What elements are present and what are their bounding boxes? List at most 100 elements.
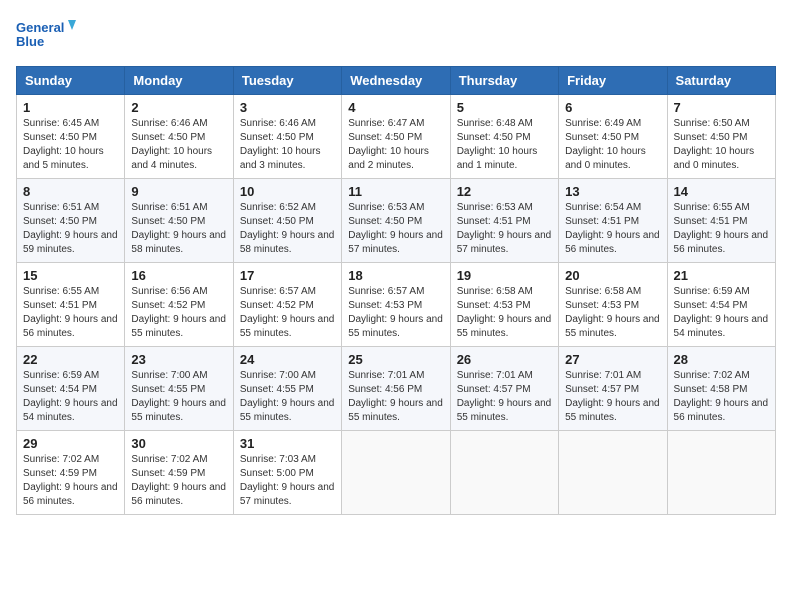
calendar-cell: 5 Sunrise: 6:48 AMSunset: 4:50 PMDayligh…	[450, 95, 558, 179]
calendar-cell: 20 Sunrise: 6:58 AMSunset: 4:53 PMDaylig…	[559, 263, 667, 347]
calendar-cell: 8 Sunrise: 6:51 AMSunset: 4:50 PMDayligh…	[17, 179, 125, 263]
day-number: 24	[240, 352, 335, 367]
day-number: 2	[131, 100, 226, 115]
calendar-cell: 19 Sunrise: 6:58 AMSunset: 4:53 PMDaylig…	[450, 263, 558, 347]
weekday-header-saturday: Saturday	[667, 67, 775, 95]
logo-svg: General Blue	[16, 16, 76, 56]
day-info: Sunrise: 7:02 AMSunset: 4:59 PMDaylight:…	[23, 453, 118, 509]
day-number: 31	[240, 436, 335, 451]
calendar-cell: 17 Sunrise: 6:57 AMSunset: 4:52 PMDaylig…	[233, 263, 341, 347]
calendar-cell: 21 Sunrise: 6:59 AMSunset: 4:54 PMDaylig…	[667, 263, 775, 347]
calendar-cell: 3 Sunrise: 6:46 AMSunset: 4:50 PMDayligh…	[233, 95, 341, 179]
day-info: Sunrise: 7:00 AMSunset: 4:55 PMDaylight:…	[240, 369, 335, 425]
calendar-cell: 28 Sunrise: 7:02 AMSunset: 4:58 PMDaylig…	[667, 347, 775, 431]
day-info: Sunrise: 6:54 AMSunset: 4:51 PMDaylight:…	[565, 201, 660, 257]
day-info: Sunrise: 6:51 AMSunset: 4:50 PMDaylight:…	[131, 201, 226, 257]
day-number: 11	[348, 184, 443, 199]
calendar-cell: 14 Sunrise: 6:55 AMSunset: 4:51 PMDaylig…	[667, 179, 775, 263]
calendar-table: SundayMondayTuesdayWednesdayThursdayFrid…	[16, 66, 776, 515]
week-row-2: 8 Sunrise: 6:51 AMSunset: 4:50 PMDayligh…	[17, 179, 776, 263]
calendar-cell: 25 Sunrise: 7:01 AMSunset: 4:56 PMDaylig…	[342, 347, 450, 431]
day-info: Sunrise: 6:50 AMSunset: 4:50 PMDaylight:…	[674, 117, 769, 173]
day-number: 19	[457, 268, 552, 283]
calendar-cell: 16 Sunrise: 6:56 AMSunset: 4:52 PMDaylig…	[125, 263, 233, 347]
day-info: Sunrise: 6:59 AMSunset: 4:54 PMDaylight:…	[23, 369, 118, 425]
calendar-cell	[667, 431, 775, 515]
day-info: Sunrise: 6:52 AMSunset: 4:50 PMDaylight:…	[240, 201, 335, 257]
day-info: Sunrise: 6:48 AMSunset: 4:50 PMDaylight:…	[457, 117, 552, 173]
week-row-5: 29 Sunrise: 7:02 AMSunset: 4:59 PMDaylig…	[17, 431, 776, 515]
day-number: 16	[131, 268, 226, 283]
day-info: Sunrise: 6:47 AMSunset: 4:50 PMDaylight:…	[348, 117, 443, 173]
day-number: 28	[674, 352, 769, 367]
day-number: 6	[565, 100, 660, 115]
day-number: 9	[131, 184, 226, 199]
day-info: Sunrise: 7:01 AMSunset: 4:57 PMDaylight:…	[457, 369, 552, 425]
day-number: 18	[348, 268, 443, 283]
weekday-header-wednesday: Wednesday	[342, 67, 450, 95]
day-info: Sunrise: 6:55 AMSunset: 4:51 PMDaylight:…	[674, 201, 769, 257]
page-header: General Blue	[16, 16, 776, 56]
day-number: 12	[457, 184, 552, 199]
day-info: Sunrise: 6:46 AMSunset: 4:50 PMDaylight:…	[240, 117, 335, 173]
calendar-cell: 18 Sunrise: 6:57 AMSunset: 4:53 PMDaylig…	[342, 263, 450, 347]
day-number: 15	[23, 268, 118, 283]
day-info: Sunrise: 6:58 AMSunset: 4:53 PMDaylight:…	[457, 285, 552, 341]
week-row-3: 15 Sunrise: 6:55 AMSunset: 4:51 PMDaylig…	[17, 263, 776, 347]
logo: General Blue	[16, 16, 76, 56]
day-info: Sunrise: 6:59 AMSunset: 4:54 PMDaylight:…	[674, 285, 769, 341]
day-number: 20	[565, 268, 660, 283]
day-info: Sunrise: 6:46 AMSunset: 4:50 PMDaylight:…	[131, 117, 226, 173]
calendar-cell: 1 Sunrise: 6:45 AMSunset: 4:50 PMDayligh…	[17, 95, 125, 179]
day-info: Sunrise: 7:02 AMSunset: 4:58 PMDaylight:…	[674, 369, 769, 425]
calendar-cell	[450, 431, 558, 515]
day-number: 4	[348, 100, 443, 115]
day-info: Sunrise: 7:02 AMSunset: 4:59 PMDaylight:…	[131, 453, 226, 509]
calendar-cell: 15 Sunrise: 6:55 AMSunset: 4:51 PMDaylig…	[17, 263, 125, 347]
svg-text:General: General	[16, 20, 64, 35]
day-number: 17	[240, 268, 335, 283]
day-number: 26	[457, 352, 552, 367]
weekday-header-friday: Friday	[559, 67, 667, 95]
week-row-1: 1 Sunrise: 6:45 AMSunset: 4:50 PMDayligh…	[17, 95, 776, 179]
day-info: Sunrise: 6:53 AMSunset: 4:51 PMDaylight:…	[457, 201, 552, 257]
calendar-cell: 10 Sunrise: 6:52 AMSunset: 4:50 PMDaylig…	[233, 179, 341, 263]
calendar-cell: 6 Sunrise: 6:49 AMSunset: 4:50 PMDayligh…	[559, 95, 667, 179]
day-number: 8	[23, 184, 118, 199]
day-info: Sunrise: 7:03 AMSunset: 5:00 PMDaylight:…	[240, 453, 335, 509]
calendar-cell: 4 Sunrise: 6:47 AMSunset: 4:50 PMDayligh…	[342, 95, 450, 179]
calendar-cell: 31 Sunrise: 7:03 AMSunset: 5:00 PMDaylig…	[233, 431, 341, 515]
calendar-cell: 12 Sunrise: 6:53 AMSunset: 4:51 PMDaylig…	[450, 179, 558, 263]
day-number: 13	[565, 184, 660, 199]
weekday-header-tuesday: Tuesday	[233, 67, 341, 95]
weekday-header-monday: Monday	[125, 67, 233, 95]
day-number: 10	[240, 184, 335, 199]
day-info: Sunrise: 6:56 AMSunset: 4:52 PMDaylight:…	[131, 285, 226, 341]
day-info: Sunrise: 6:53 AMSunset: 4:50 PMDaylight:…	[348, 201, 443, 257]
weekday-header-row: SundayMondayTuesdayWednesdayThursdayFrid…	[17, 67, 776, 95]
calendar-cell: 23 Sunrise: 7:00 AMSunset: 4:55 PMDaylig…	[125, 347, 233, 431]
day-info: Sunrise: 6:57 AMSunset: 4:52 PMDaylight:…	[240, 285, 335, 341]
day-number: 14	[674, 184, 769, 199]
calendar-cell: 29 Sunrise: 7:02 AMSunset: 4:59 PMDaylig…	[17, 431, 125, 515]
day-number: 3	[240, 100, 335, 115]
calendar-cell	[342, 431, 450, 515]
calendar-cell: 27 Sunrise: 7:01 AMSunset: 4:57 PMDaylig…	[559, 347, 667, 431]
calendar-cell: 22 Sunrise: 6:59 AMSunset: 4:54 PMDaylig…	[17, 347, 125, 431]
weekday-header-sunday: Sunday	[17, 67, 125, 95]
day-number: 25	[348, 352, 443, 367]
day-info: Sunrise: 6:57 AMSunset: 4:53 PMDaylight:…	[348, 285, 443, 341]
calendar-cell: 9 Sunrise: 6:51 AMSunset: 4:50 PMDayligh…	[125, 179, 233, 263]
day-info: Sunrise: 7:01 AMSunset: 4:56 PMDaylight:…	[348, 369, 443, 425]
week-row-4: 22 Sunrise: 6:59 AMSunset: 4:54 PMDaylig…	[17, 347, 776, 431]
day-number: 21	[674, 268, 769, 283]
day-info: Sunrise: 6:55 AMSunset: 4:51 PMDaylight:…	[23, 285, 118, 341]
calendar-cell: 30 Sunrise: 7:02 AMSunset: 4:59 PMDaylig…	[125, 431, 233, 515]
day-number: 29	[23, 436, 118, 451]
calendar-cell: 24 Sunrise: 7:00 AMSunset: 4:55 PMDaylig…	[233, 347, 341, 431]
weekday-header-thursday: Thursday	[450, 67, 558, 95]
calendar-cell: 11 Sunrise: 6:53 AMSunset: 4:50 PMDaylig…	[342, 179, 450, 263]
day-number: 7	[674, 100, 769, 115]
day-number: 1	[23, 100, 118, 115]
day-number: 22	[23, 352, 118, 367]
